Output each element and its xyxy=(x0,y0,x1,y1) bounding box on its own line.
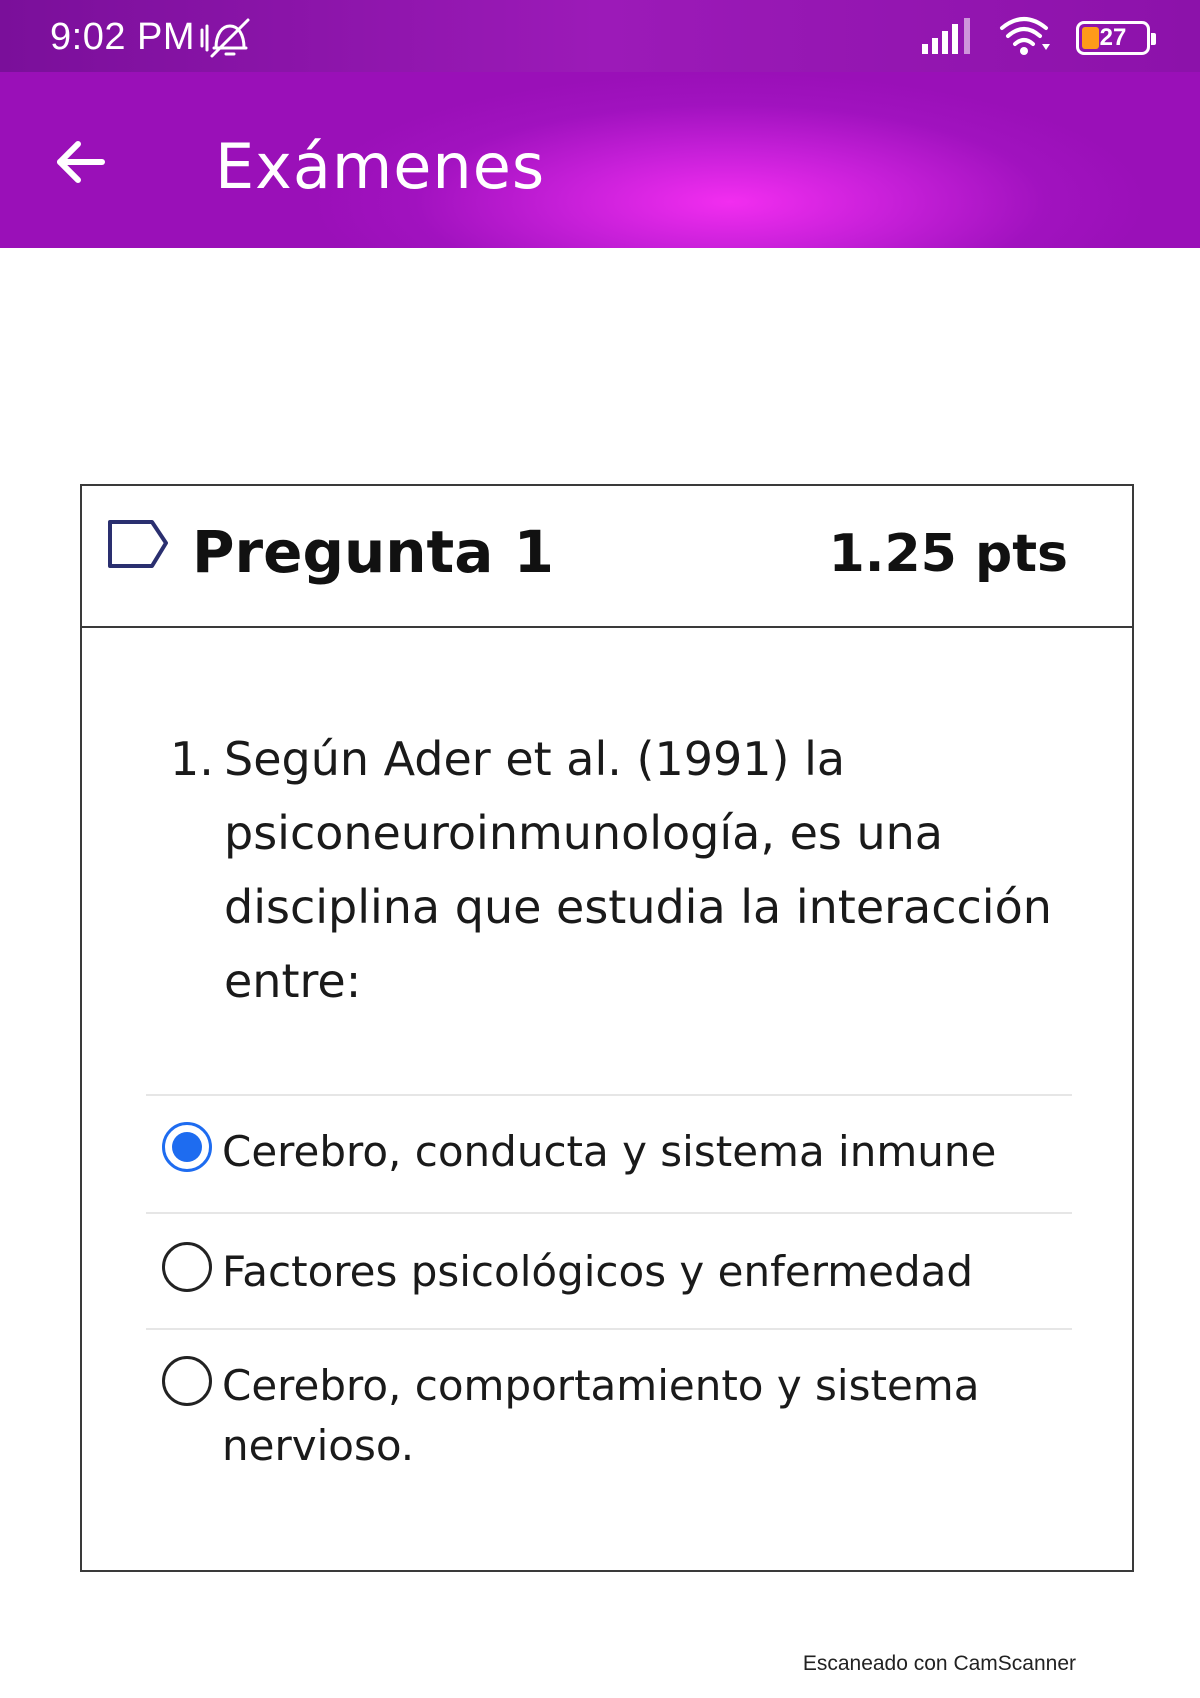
question-card: Pregunta 1 1.25 pts 1. Según Ader et al.… xyxy=(80,484,1134,1572)
battery-fill xyxy=(1082,27,1099,49)
status-bar: 9:02 PM 27 xyxy=(0,0,1200,72)
watermark: Escaneado con CamScanner xyxy=(802,1652,1076,1675)
answer-option[interactable]: Factores psicológicos y enfermedad xyxy=(146,1212,1072,1328)
question-number: 1. xyxy=(170,732,214,786)
question-title: Pregunta 1 xyxy=(192,518,554,586)
radio-button[interactable] xyxy=(162,1356,212,1406)
battery-level: 27 xyxy=(1099,24,1127,51)
answer-label: Cerebro, comportamiento y sistema nervio… xyxy=(222,1361,980,1470)
question-body: Según Ader et al. (1991) la psiconeuroin… xyxy=(224,732,1052,1008)
vibrate-mute-icon xyxy=(196,16,256,60)
status-time: 9:02 PM xyxy=(50,16,196,58)
answer-list: Cerebro, conducta y sistema inmune Facto… xyxy=(146,1094,1072,1478)
answer-option[interactable]: Cerebro, comportamiento y sistema nervio… xyxy=(146,1328,1072,1478)
signal-icon xyxy=(920,16,976,61)
answer-label: Factores psicológicos y enfermedad xyxy=(222,1247,974,1296)
status-icons: 27 xyxy=(920,16,1156,61)
wifi-icon xyxy=(998,16,1054,61)
question-points: 1.25 pts xyxy=(828,524,1068,584)
answer-option[interactable]: Cerebro, conducta y sistema inmune xyxy=(146,1094,1072,1212)
question-text: 1. Según Ader et al. (1991) la psiconeur… xyxy=(170,722,1070,1018)
back-button[interactable] xyxy=(40,122,120,202)
question-header: Pregunta 1 1.25 pts xyxy=(82,486,1132,628)
answer-label: Cerebro, conducta y sistema inmune xyxy=(222,1127,997,1176)
radio-button[interactable] xyxy=(162,1242,212,1292)
page-title: Exámenes xyxy=(215,130,546,203)
flag-icon[interactable] xyxy=(106,516,172,572)
radio-button[interactable] xyxy=(162,1122,212,1172)
battery-tip xyxy=(1151,33,1156,45)
battery-icon: 27 xyxy=(1076,21,1156,55)
arrow-left-icon xyxy=(57,141,105,183)
app-bar: Exámenes xyxy=(0,72,1200,248)
